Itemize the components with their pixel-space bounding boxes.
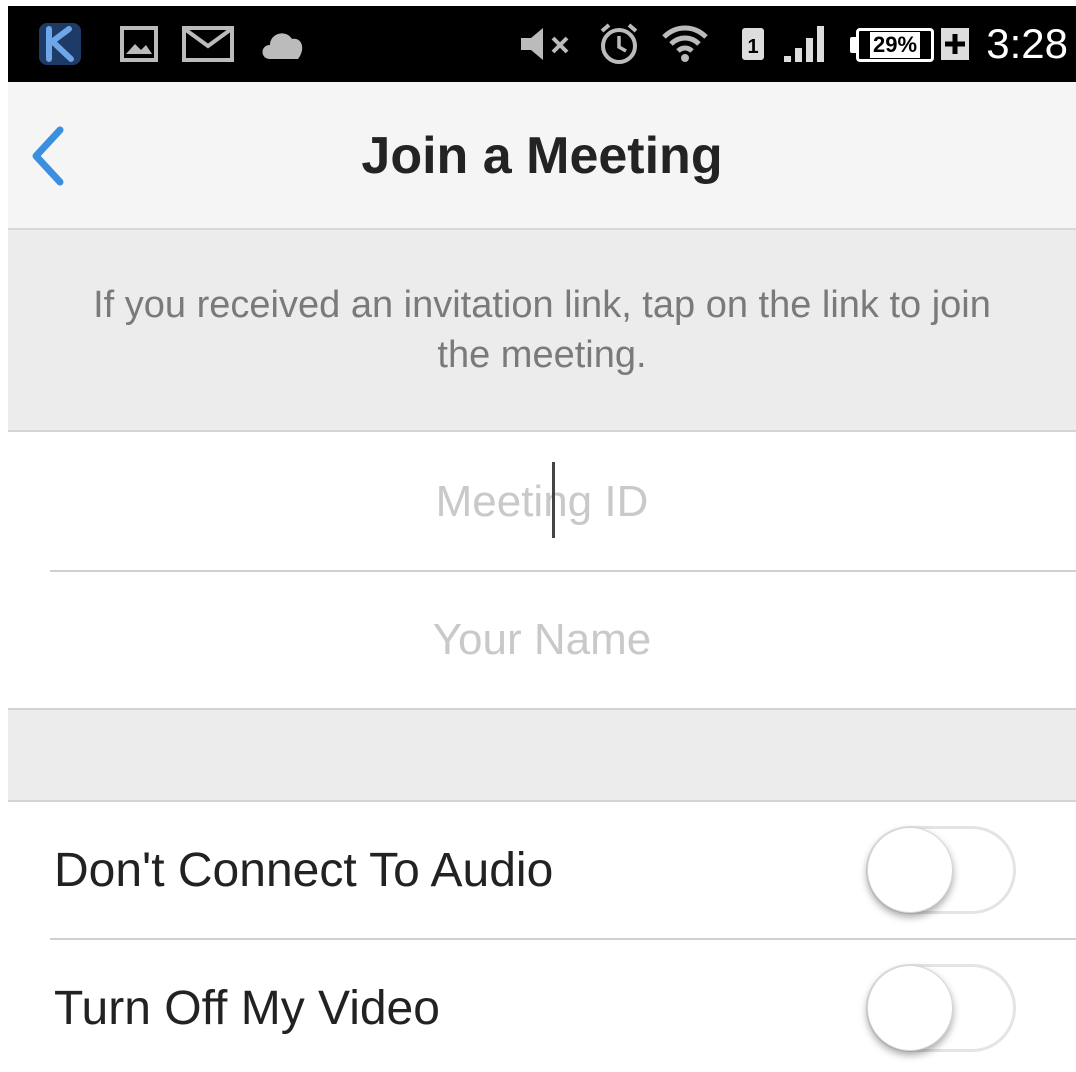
nav-bar: Join a Meeting — [8, 82, 1076, 230]
your-name-input[interactable] — [8, 572, 1076, 708]
audio-option-label: Don't Connect To Audio — [54, 843, 554, 897]
charging-icon — [938, 6, 972, 82]
meeting-id-input[interactable] — [8, 434, 1076, 570]
battery-icon: 29% — [856, 28, 934, 62]
audio-option-row: Don't Connect To Audio — [8, 802, 1076, 938]
alarm-icon — [594, 6, 644, 82]
text-cursor — [552, 462, 555, 538]
video-option-label: Turn Off My Video — [54, 981, 440, 1035]
sim-icon: 1 — [738, 6, 768, 82]
section-separator — [8, 708, 1076, 802]
page-title: Join a Meeting — [361, 127, 723, 185]
video-option-row: Turn Off My Video — [8, 940, 1076, 1072]
video-toggle-knob — [867, 965, 953, 1051]
your-name-row — [8, 572, 1076, 708]
invitation-hint-text: If you received an invitation link, tap … — [93, 284, 991, 376]
status-bar: 1 29% 3:28 — [8, 6, 1076, 82]
k-app-icon — [34, 6, 86, 82]
image-icon — [116, 6, 162, 82]
wifi-icon — [658, 6, 712, 82]
signal-icon — [780, 6, 832, 82]
video-toggle-switch[interactable] — [866, 964, 1016, 1052]
status-time: 3:28 — [986, 20, 1068, 67]
mute-icon — [516, 6, 580, 82]
audio-toggle-switch[interactable] — [866, 826, 1016, 914]
cloud-icon — [256, 6, 308, 82]
battery-percent: 29% — [869, 32, 921, 58]
mail-icon — [180, 6, 236, 82]
info-banner: If you received an invitation link, tap … — [8, 230, 1076, 432]
audio-toggle-knob — [867, 827, 953, 913]
svg-text:1: 1 — [747, 36, 758, 58]
meeting-id-row — [8, 434, 1076, 570]
